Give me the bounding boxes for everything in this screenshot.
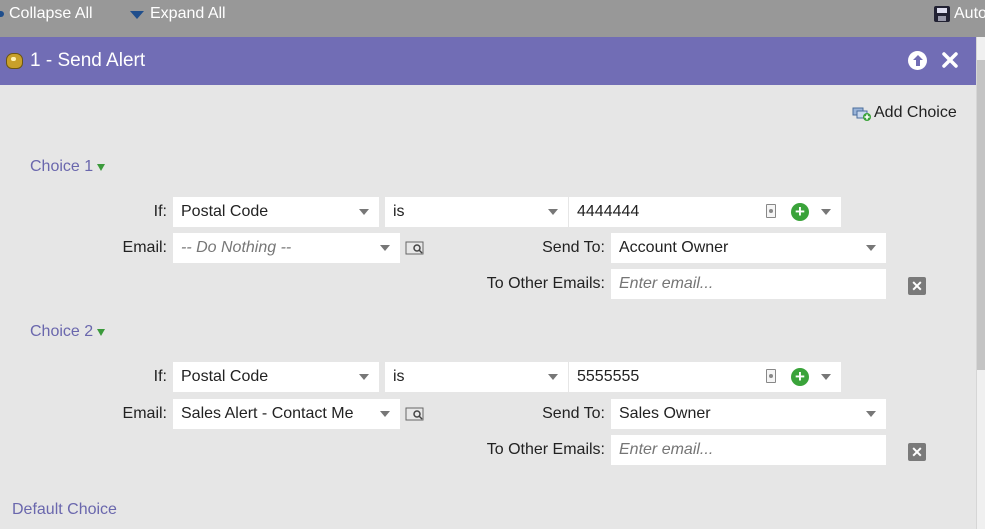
value-text: 5555555 [577, 368, 640, 385]
if-label: If: [153, 368, 167, 385]
if-field-value: Postal Code [181, 368, 269, 385]
send-to-label: Send To: [542, 239, 605, 256]
auto-save-button[interactable]: Auto [934, 5, 985, 23]
operator-select[interactable]: is [385, 362, 568, 392]
expand-icon [130, 10, 144, 19]
other-emails-label: To Other Emails: [486, 441, 605, 458]
add-choice-label: Add Choice [874, 104, 957, 121]
choice-label: Choice 1 [30, 158, 94, 175]
chevron-down-icon[interactable] [821, 374, 831, 380]
delete-choice-icon[interactable]: ✕ [908, 443, 926, 461]
expand-all-button[interactable]: Expand All [130, 5, 226, 23]
email-label: Email: [122, 239, 167, 256]
close-icon[interactable] [940, 50, 960, 70]
chevron-down-icon[interactable] [821, 209, 831, 215]
chevron-down-icon [97, 164, 106, 171]
step-title: 1 - Send Alert [30, 50, 146, 71]
value-input[interactable]: 4444444 + [569, 197, 841, 227]
operator-select[interactable]: is [385, 197, 568, 227]
default-choice-toggle[interactable]: Default Choice [12, 501, 117, 519]
chevron-down-icon [380, 411, 390, 417]
value-text: 4444444 [577, 203, 640, 220]
email-select[interactable]: -- Do Nothing -- [173, 233, 400, 263]
flow-step-header[interactable]: 1 - Send Alert [0, 37, 976, 85]
token-icon[interactable] [766, 369, 776, 383]
save-icon [934, 6, 950, 22]
if-label: If: [153, 203, 167, 220]
add-value-icon[interactable]: + [791, 368, 809, 386]
collapse-all-button[interactable]: Collapse All [0, 5, 93, 23]
send-to-value: Account Owner [619, 239, 729, 256]
send-to-select[interactable]: Sales Owner [611, 399, 886, 429]
chevron-down-icon [548, 209, 558, 215]
add-value-icon[interactable]: + [791, 203, 809, 221]
alert-bell-icon [6, 53, 23, 69]
value-input[interactable]: 5555555 + [569, 362, 841, 392]
chevron-down-icon [548, 374, 558, 380]
move-up-icon[interactable] [908, 51, 927, 70]
if-field-value: Postal Code [181, 203, 269, 220]
collapse-all-label: Collapse All [9, 5, 93, 22]
chevron-down-icon [97, 329, 106, 336]
auto-save-label: Auto [954, 5, 985, 22]
email-value: Sales Alert - Contact Me [181, 405, 354, 422]
scrollbar-thumb[interactable] [977, 60, 985, 370]
if-field-select[interactable]: Postal Code [173, 362, 379, 392]
top-toolbar: Collapse All Expand All Auto [0, 0, 985, 37]
token-icon[interactable] [766, 204, 776, 218]
email-label: Email: [122, 405, 167, 422]
other-emails-label: To Other Emails: [486, 275, 605, 292]
other-emails-input[interactable] [611, 435, 886, 465]
email-select[interactable]: Sales Alert - Contact Me [173, 399, 400, 429]
chevron-down-icon [359, 374, 369, 380]
chevron-down-icon [866, 411, 876, 417]
expand-all-label: Expand All [150, 5, 226, 22]
send-to-label: Send To: [542, 405, 605, 422]
delete-choice-icon[interactable]: ✕ [908, 277, 926, 295]
choice-2-toggle[interactable]: Choice 2 [30, 323, 106, 341]
send-to-select[interactable]: Account Owner [611, 233, 886, 263]
email-preview-icon[interactable] [405, 406, 425, 422]
email-value: -- Do Nothing -- [181, 239, 292, 256]
email-preview-icon[interactable] [405, 240, 425, 256]
other-emails-input[interactable] [611, 269, 886, 299]
choice-label: Choice 2 [30, 323, 94, 340]
send-to-value: Sales Owner [619, 405, 711, 422]
chevron-down-icon [380, 245, 390, 251]
chevron-down-icon [359, 209, 369, 215]
collapse-icon [0, 11, 4, 17]
operator-value: is [393, 203, 405, 220]
add-choice-button[interactable]: Add Choice [852, 104, 957, 122]
if-field-select[interactable]: Postal Code [173, 197, 379, 227]
operator-value: is [393, 368, 405, 385]
chevron-down-icon [866, 245, 876, 251]
choice-1-toggle[interactable]: Choice 1 [30, 158, 106, 176]
add-choice-icon [852, 105, 872, 121]
